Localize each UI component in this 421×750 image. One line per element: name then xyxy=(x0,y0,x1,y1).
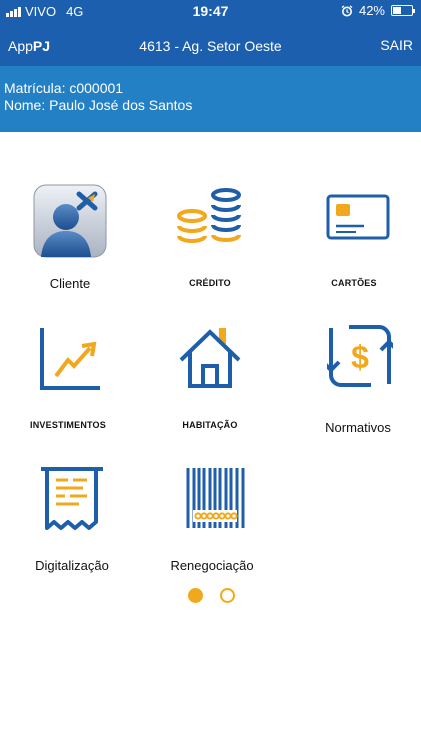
credit-card-icon xyxy=(326,194,390,240)
alarm-icon xyxy=(341,4,353,16)
receipt-icon xyxy=(41,467,103,530)
client-avatar-icon xyxy=(33,184,107,258)
logout-button[interactable]: SAIR xyxy=(380,37,413,53)
status-bar: VIVO 4G 19:47 42% xyxy=(0,0,421,22)
barcode-icon xyxy=(186,468,245,528)
menu-item-digitalizacao[interactable]: Digitalização xyxy=(2,466,142,573)
menu-item-cartoes[interactable]: CARTÕES xyxy=(288,194,421,288)
coins-stack-icon xyxy=(177,188,241,243)
registration-label: Matrícula: c000001 xyxy=(4,80,124,96)
menu-item-normativos[interactable]: $ Normativos xyxy=(290,324,421,435)
status-right: 42% xyxy=(341,3,415,18)
svg-text:$: $ xyxy=(351,339,369,375)
battery-icon xyxy=(391,5,415,16)
menu-item-renegociacao[interactable]: Renegociação xyxy=(146,466,286,573)
menu-label: HABITAÇÃO xyxy=(182,420,238,430)
menu-label: Renegociação xyxy=(170,558,254,573)
growth-chart-icon xyxy=(40,328,100,390)
app-header: VIVO 4G 19:47 42% AppPJ 4613 - Ag. Setor… xyxy=(0,0,421,66)
menu-item-investimentos[interactable]: INVESTIMENTOS xyxy=(0,326,140,430)
menu-label: Normativos xyxy=(325,420,391,435)
nav-bar: AppPJ 4613 - Ag. Setor Oeste SAIR xyxy=(0,30,421,60)
menu-label: CARTÕES xyxy=(331,278,377,288)
menu-item-habitacao[interactable]: HABITAÇÃO xyxy=(140,326,280,430)
battery-fill xyxy=(393,7,401,14)
dollar-exchange-icon: $ xyxy=(327,325,393,387)
house-icon xyxy=(179,328,241,388)
menu-item-cliente[interactable]: Cliente xyxy=(0,184,140,291)
menu-label: Digitalização xyxy=(35,558,109,573)
page-indicator xyxy=(0,588,421,604)
user-info-bar: Matrícula: c000001 Nome: Paulo José dos … xyxy=(0,66,421,132)
page-dot-inactive[interactable] xyxy=(220,588,235,603)
menu-item-credito[interactable]: CRÉDITO xyxy=(140,188,280,288)
battery-percent: 42% xyxy=(358,3,385,18)
menu-label: INVESTIMENTOS xyxy=(30,420,106,430)
agency-title: 4613 - Ag. Setor Oeste xyxy=(139,38,282,54)
user-name-label: Nome: Paulo José dos Santos xyxy=(4,97,193,113)
page-dot-active[interactable] xyxy=(188,588,203,603)
menu-label: Cliente xyxy=(49,276,91,291)
menu-label: CRÉDITO xyxy=(189,278,231,288)
